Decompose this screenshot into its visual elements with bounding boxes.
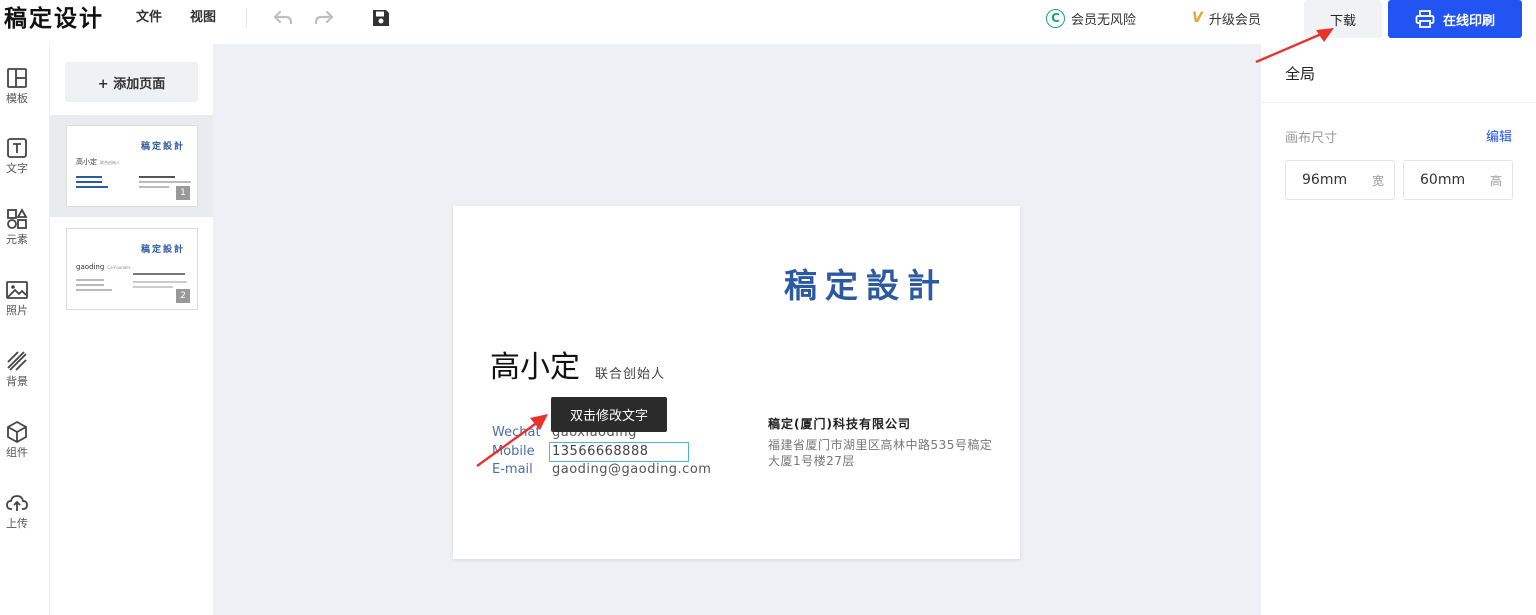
rail-label: 背景 xyxy=(6,375,28,388)
rail-label: 模板 xyxy=(6,92,28,105)
copyright-icon: C xyxy=(1046,8,1065,28)
thumb-line xyxy=(76,284,104,286)
edit-text-tooltip: 双击修改文字 xyxy=(551,397,667,432)
rail-label: 组件 xyxy=(6,446,28,459)
rail-item-text[interactable]: 文字 xyxy=(0,136,34,176)
card-address-text[interactable]: 福建省厦门市湖里区高林中路535号稿定大厦1号楼27层 xyxy=(768,437,993,469)
thumb-line xyxy=(76,181,102,183)
card-name-text[interactable]: 高小定 xyxy=(490,349,580,387)
menu-view[interactable]: 视图 xyxy=(190,9,216,27)
contact-label-wechat[interactable]: Wechat xyxy=(492,424,541,442)
page-thumbnail[interactable]: 稿定設計 gaoding Co-Founder 2 xyxy=(50,218,213,320)
canvas-height-field[interactable]: 60mm 高 xyxy=(1403,160,1513,200)
card-title-text[interactable]: 联合创始人 xyxy=(595,366,665,384)
thumb-name: 高小定 联合创始人 xyxy=(76,158,120,166)
thumb-line xyxy=(133,286,173,288)
business-card-canvas[interactable]: 稿定設計 高小定 联合创始人 Wechat gaoxiaoding Mobile… xyxy=(453,206,1020,559)
top-bar: 稿定设计 文件 视图 C 会员无风险 V 升级会员 下载 在线印刷 xyxy=(0,0,1536,44)
contact-label-email[interactable]: E-mail xyxy=(492,461,533,479)
background-icon xyxy=(5,349,29,373)
page-preview: 稿定設計 高小定 联合创始人 1 xyxy=(66,125,198,207)
download-button[interactable]: 下载 xyxy=(1304,0,1382,38)
thumb-line xyxy=(139,176,175,178)
canvas-height-value: 60mm xyxy=(1420,172,1466,188)
card-company-text[interactable]: 稿定(厦门)科技有限公司 xyxy=(768,415,911,433)
thumb-line xyxy=(76,279,104,281)
thumb-brand: 稿定設計 xyxy=(140,245,185,255)
thumb-brand: 稿定設計 xyxy=(140,142,185,152)
contact-label-mobile[interactable]: Mobile xyxy=(492,443,535,461)
rail-item-component[interactable]: 组件 xyxy=(0,420,34,460)
thumb-line xyxy=(76,176,102,178)
elements-icon xyxy=(5,207,29,231)
menu-file[interactable]: 文件 xyxy=(136,9,162,27)
rail-item-template[interactable]: 模板 xyxy=(0,66,34,106)
rail-label: 文字 xyxy=(6,162,28,175)
undo-icon[interactable] xyxy=(272,8,294,28)
member-guarantee-link[interactable]: C 会员无风险 xyxy=(1046,8,1136,28)
printer-icon xyxy=(1415,10,1435,28)
panel-divider xyxy=(1261,102,1536,103)
app-logo[interactable]: 稿定设计 xyxy=(4,4,104,34)
edit-canvas-size-link[interactable]: 编辑 xyxy=(1486,129,1512,147)
component-icon xyxy=(5,420,29,444)
page-number-badge: 1 xyxy=(176,186,190,200)
rail-label: 照片 xyxy=(6,304,28,317)
thumb-line xyxy=(76,289,112,291)
page-number-badge: 2 xyxy=(176,289,190,303)
member-guarantee-label: 会员无风险 xyxy=(1071,12,1137,28)
canvas-width-value: 96mm xyxy=(1302,172,1348,188)
page-thumbnail[interactable]: 稿定設計 高小定 联合创始人 1 xyxy=(50,115,213,217)
photo-icon xyxy=(5,278,29,302)
upgrade-vip-label: 升级会员 xyxy=(1208,12,1261,28)
vip-icon: V xyxy=(1192,10,1203,26)
left-tool-rail: 模板 文字 元素 照片 背景 组件 上传 xyxy=(0,44,50,615)
properties-panel: 全局 画布尺寸 编辑 96mm 宽 60mm 高 xyxy=(1260,44,1536,615)
add-page-button[interactable]: + 添加页面 xyxy=(65,62,198,102)
canvas-height-unit: 高 xyxy=(1489,173,1502,188)
toolbar-divider xyxy=(246,8,247,28)
canvas-width-field[interactable]: 96mm 宽 xyxy=(1285,160,1395,200)
canvas-size-label: 画布尺寸 xyxy=(1285,131,1338,146)
upload-icon xyxy=(5,491,29,515)
save-icon[interactable] xyxy=(370,7,392,29)
upgrade-vip-link[interactable]: V 升级会员 xyxy=(1192,8,1261,28)
contact-value-email[interactable]: gaoding@gaoding.com xyxy=(552,461,711,479)
pages-panel: + 添加页面 稿定設計 高小定 联合创始人 1 稿定設計 gaoding Co-Fo… xyxy=(50,44,214,615)
contact-value-mobile[interactable]: 13566668888 xyxy=(549,442,689,462)
rail-item-upload[interactable]: 上传 xyxy=(0,491,34,531)
thumb-line xyxy=(133,273,185,275)
template-icon xyxy=(5,66,29,90)
thumb-line xyxy=(133,281,187,283)
page-preview: 稿定設計 gaoding Co-Founder 2 xyxy=(66,228,198,310)
rail-label: 元素 xyxy=(6,233,28,246)
online-print-button[interactable]: 在线印刷 xyxy=(1388,0,1522,38)
redo-icon[interactable] xyxy=(313,8,335,28)
rail-item-photo[interactable]: 照片 xyxy=(0,278,34,318)
online-print-label: 在线印刷 xyxy=(1442,13,1495,29)
thumb-name: gaoding Co-Founder xyxy=(76,263,131,271)
thumb-line xyxy=(76,186,108,188)
thumb-line xyxy=(139,181,191,183)
rail-item-elements[interactable]: 元素 xyxy=(0,207,34,247)
text-icon xyxy=(5,136,29,160)
rail-item-background[interactable]: 背景 xyxy=(0,349,34,389)
canvas-width-unit: 宽 xyxy=(1371,173,1384,188)
panel-title: 全局 xyxy=(1285,65,1316,83)
rail-label: 上传 xyxy=(6,517,28,530)
thumb-line xyxy=(139,186,169,188)
card-brand-text[interactable]: 稿定設計 xyxy=(784,266,948,306)
